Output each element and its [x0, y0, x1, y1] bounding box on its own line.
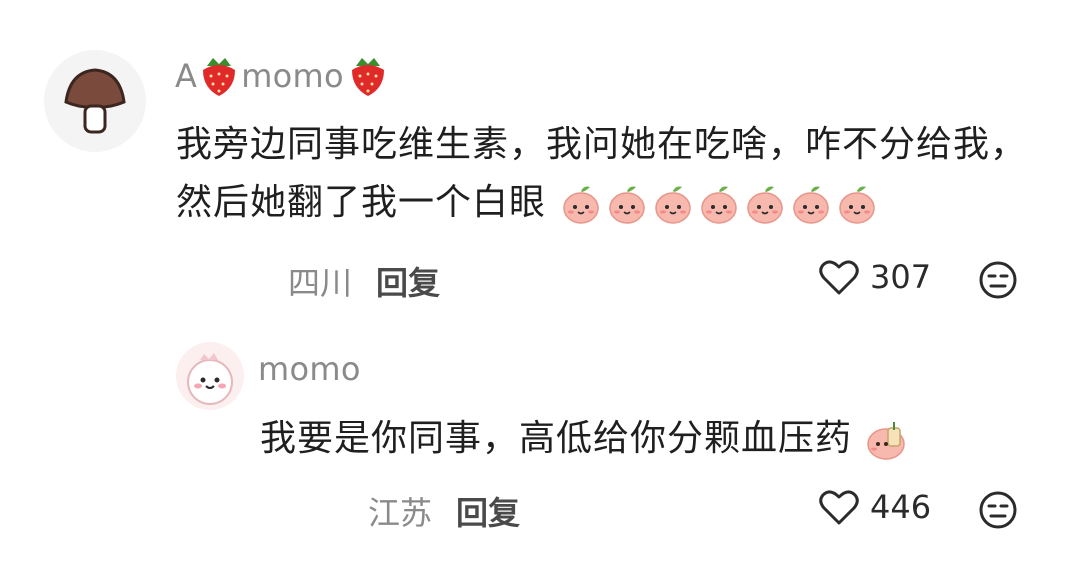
comment-1: A momo 我旁边同事吃维生素，我问她在吃啥，咋不分给我，然后她翻了我一个白眼… [0, 0, 1080, 320]
username[interactable]: momo [258, 350, 361, 388]
comment-meta: 四川 回复 [288, 258, 440, 304]
username-main: momo [258, 350, 361, 388]
strawberry-icon [351, 58, 384, 96]
emoji-row [558, 182, 878, 224]
username-main: momo [241, 57, 344, 95]
comment-meta: 江苏 回复 [368, 488, 520, 534]
cartoon-avatar-icon [187, 353, 233, 405]
reply-button[interactable]: 回复 [456, 488, 520, 534]
like-button[interactable]: 446 [818, 488, 931, 526]
peach-tea-emoji [867, 422, 906, 460]
username-prefix: A [175, 57, 198, 95]
region-label: 江苏 [368, 494, 433, 532]
dislike-face-icon [979, 491, 1017, 529]
comment-text: 我要是你同事，高低给你分颗血压药 [260, 410, 1040, 468]
peach-face-emoji [609, 186, 646, 224]
like-button[interactable]: 307 [818, 258, 931, 296]
username[interactable]: A momo [175, 54, 388, 98]
peach-face-emoji [793, 186, 830, 224]
reply-button[interactable]: 回复 [376, 258, 440, 304]
dislike-face-icon [979, 261, 1017, 299]
strawberry-icon [203, 58, 236, 96]
comment-body: 我要是你同事，高低给你分颗血压药 [260, 418, 853, 459]
peach-face-emoji [839, 186, 876, 224]
peach-face-emoji [747, 186, 784, 224]
dislike-button[interactable] [978, 260, 1018, 304]
avatar[interactable] [176, 342, 244, 410]
peach-face-emoji [655, 186, 692, 224]
like-count: 307 [870, 258, 932, 296]
peach-face-emoji [563, 186, 600, 224]
heart-icon [819, 490, 859, 525]
comment-text: 我旁边同事吃维生素，我问她在吃啥，咋不分给我，然后她翻了我一个白眼 [176, 116, 1036, 232]
mushroom-avatar-icon [64, 68, 126, 134]
heart-icon [819, 260, 859, 295]
comment-2: momo 我要是你同事，高低给你分颗血压药 江苏 回复 446 [0, 320, 1080, 561]
peach-face-emoji [701, 186, 738, 224]
region-label: 四川 [288, 264, 353, 302]
dislike-button[interactable] [978, 490, 1018, 534]
like-count: 446 [870, 488, 932, 526]
avatar[interactable] [44, 50, 146, 152]
